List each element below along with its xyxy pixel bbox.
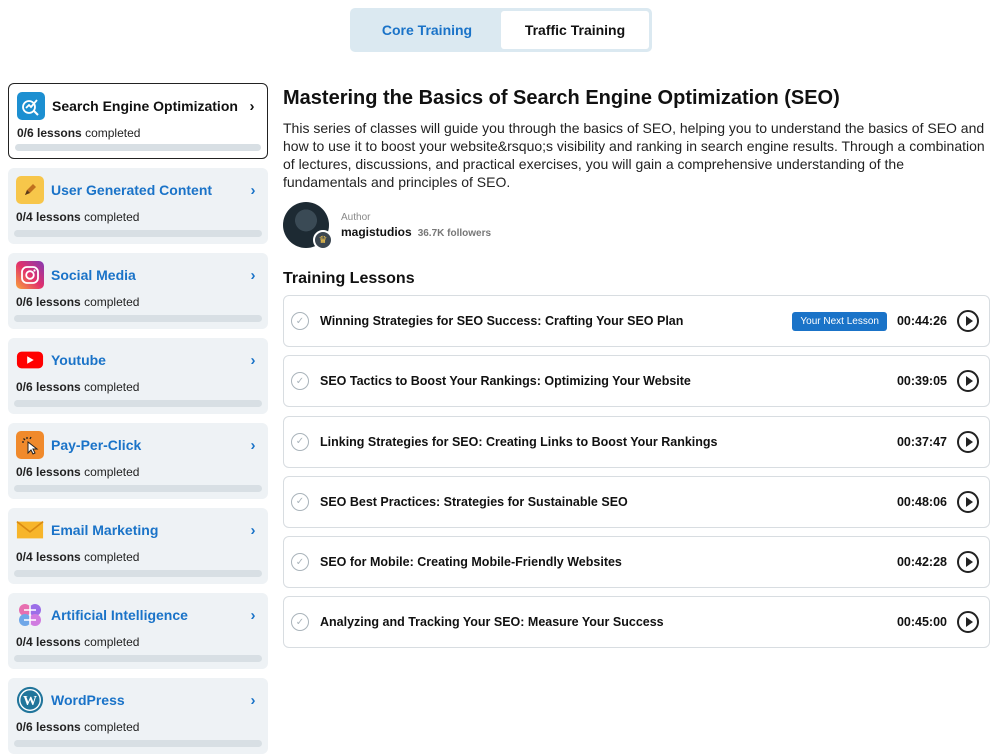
lessons-completed: 0/6 lessons completed [16, 720, 140, 734]
lesson-row[interactable]: ✓ Winning Strategies for SEO Success: Cr… [283, 295, 990, 347]
check-circle-icon: ✓ [291, 372, 309, 391]
progress-bar [14, 400, 262, 407]
lesson-title: Analyzing and Tracking Your SEO: Measure… [320, 615, 664, 630]
check-circle-icon: ✓ [291, 492, 309, 511]
lesson-row[interactable]: ✓ Linking Strategies for SEO: Creating L… [283, 415, 990, 468]
training-tabs: Core Training Traffic Training [350, 8, 652, 52]
course-title: Artificial Intelligence [51, 607, 188, 623]
lesson-title: Linking Strategies for SEO: Creating Lin… [320, 434, 718, 449]
lesson-list: ✓ Winning Strategies for SEO Success: Cr… [283, 295, 990, 649]
course-title: User Generated Content [51, 182, 213, 198]
course-title: Search Engine Optimization [52, 98, 238, 114]
course-card-seo[interactable]: Search Engine Optimization › 0/6 lessons… [8, 83, 268, 159]
course-description: This series of classes will guide you th… [283, 120, 985, 190]
play-icon[interactable] [957, 611, 979, 634]
instagram-icon [16, 261, 44, 289]
chevron-right-icon: › [250, 691, 256, 709]
click-cursor-icon [16, 431, 44, 459]
course-sidebar: Search Engine Optimization › 0/6 lessons… [8, 83, 268, 755]
chevron-right-icon: › [250, 351, 256, 369]
lessons-completed: 0/6 lessons completed [16, 380, 140, 394]
progress-bar [15, 144, 261, 151]
lesson-duration: 00:42:28 [896, 555, 947, 570]
progress-bar [14, 230, 262, 237]
author-block: ♛ Author magistudios 36.7K followers [283, 201, 990, 250]
course-title: Pay-Per-Click [51, 437, 142, 453]
lesson-row[interactable]: ✓ Analyzing and Tracking Your SEO: Measu… [283, 596, 990, 649]
lesson-title: SEO Tactics to Boost Your Rankings: Opti… [320, 374, 691, 389]
lesson-duration: 00:44:26 [896, 314, 947, 328]
course-title: Email Marketing [51, 522, 159, 538]
youtube-icon [16, 346, 44, 374]
lesson-title: SEO Best Practices: Strategies for Susta… [320, 494, 628, 509]
chevron-right-icon: › [250, 181, 256, 199]
chevron-right-icon: › [250, 266, 256, 284]
seo-chart-icon [17, 92, 45, 120]
course-title: Social Media [51, 267, 136, 283]
lesson-row[interactable]: ✓ SEO Tactics to Boost Your Rankings: Op… [283, 355, 990, 408]
course-heading: Mastering the Basics of Search Engine Op… [283, 87, 840, 109]
lessons-heading: Training Lessons [283, 270, 415, 287]
lessons-completed: 0/4 lessons completed [16, 635, 140, 649]
play-icon[interactable] [957, 551, 979, 574]
course-card-artificial-intelligence[interactable]: Artificial Intelligence › 0/4 lessons co… [8, 593, 268, 669]
play-icon[interactable] [957, 430, 979, 453]
course-title: WordPress [51, 692, 125, 708]
wordpress-icon: W [16, 686, 44, 714]
check-circle-icon: ✓ [291, 613, 309, 632]
lesson-duration: 00:45:00 [896, 615, 947, 630]
crown-icon: ♛ [313, 230, 333, 250]
progress-bar [14, 485, 262, 492]
play-icon[interactable] [957, 490, 979, 513]
progress-bar [14, 570, 262, 577]
course-detail: Mastering the Basics of Search Engine Op… [283, 86, 990, 657]
progress-bar [14, 740, 262, 747]
lesson-title: SEO for Mobile: Creating Mobile-Friendly… [320, 555, 622, 570]
next-lesson-badge: Your Next Lesson [792, 311, 887, 331]
progress-bar [14, 315, 262, 322]
pencil-icon [16, 176, 44, 204]
course-card-user-generated-content[interactable]: User Generated Content › 0/4 lessons com… [8, 168, 268, 244]
course-card-wordpress[interactable]: W WordPress › 0/6 lessons completed [8, 678, 268, 754]
play-icon[interactable] [957, 370, 979, 393]
course-card-youtube[interactable]: Youtube › 0/6 lessons completed [8, 338, 268, 414]
svg-text:W: W [23, 694, 37, 709]
avatar[interactable]: ♛ [283, 202, 333, 250]
play-icon[interactable] [957, 310, 979, 332]
lessons-completed: 0/6 lessons completed [17, 126, 141, 140]
envelope-icon [16, 516, 44, 544]
follower-count: 36.7K followers [417, 227, 492, 239]
progress-bar [14, 655, 262, 662]
lesson-row[interactable]: ✓ SEO for Mobile: Creating Mobile-Friend… [283, 536, 990, 589]
chevron-right-icon: › [250, 436, 256, 454]
lesson-row[interactable]: ✓ SEO Best Practices: Strategies for Sus… [283, 475, 990, 528]
chevron-right-icon: › [249, 97, 255, 115]
brain-icon [16, 601, 44, 629]
check-circle-icon: ✓ [291, 553, 309, 572]
course-card-email-marketing[interactable]: Email Marketing › 0/4 lessons completed [8, 508, 268, 584]
author-label: Author [341, 211, 371, 223]
tab-core-training[interactable]: Core Training [353, 11, 501, 49]
lessons-completed: 0/4 lessons completed [16, 210, 140, 224]
check-circle-icon: ✓ [291, 312, 309, 330]
check-circle-icon: ✓ [291, 432, 309, 451]
tab-traffic-training[interactable]: Traffic Training [501, 11, 649, 49]
lessons-completed: 0/6 lessons completed [16, 465, 140, 479]
lessons-completed: 0/6 lessons completed [16, 295, 140, 309]
course-card-pay-per-click[interactable]: Pay-Per-Click › 0/6 lessons completed [8, 423, 268, 499]
lesson-duration: 00:37:47 [896, 434, 947, 449]
chevron-right-icon: › [250, 521, 256, 539]
lesson-title: Winning Strategies for SEO Success: Craf… [320, 314, 684, 328]
chevron-right-icon: › [250, 606, 256, 624]
lesson-duration: 00:48:06 [896, 494, 947, 509]
course-card-social-media[interactable]: Social Media › 0/6 lessons completed [8, 253, 268, 329]
lesson-duration: 00:39:05 [896, 374, 947, 389]
course-title: Youtube [51, 352, 106, 368]
author-name[interactable]: magistudios 36.7K followers [341, 225, 491, 239]
lessons-completed: 0/4 lessons completed [16, 550, 140, 564]
